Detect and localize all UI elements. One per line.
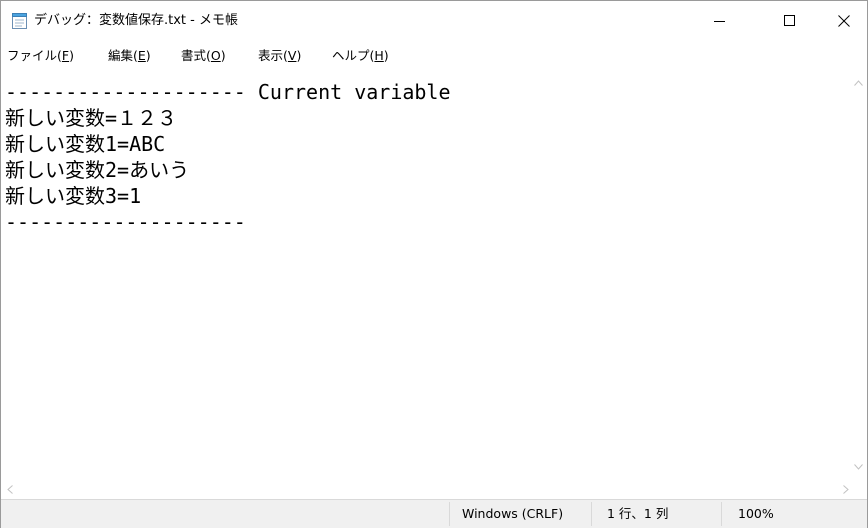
scroll-left-icon[interactable] bbox=[7, 485, 13, 497]
menu-help[interactable]: ヘルプ(H) bbox=[332, 48, 389, 64]
close-icon bbox=[838, 12, 850, 31]
maximize-button[interactable] bbox=[767, 1, 813, 41]
text-line: 新しい変数3=1 bbox=[5, 184, 142, 208]
notepad-icon bbox=[12, 13, 27, 29]
scroll-up-icon[interactable] bbox=[854, 79, 863, 89]
text-line: -------------------- bbox=[5, 210, 246, 234]
minimize-icon bbox=[714, 12, 726, 31]
title-bar[interactable]: デバッグ：変数値保存.txt - メモ帳 bbox=[1, 1, 867, 41]
status-divider bbox=[449, 502, 450, 526]
horizontal-scrollbar[interactable] bbox=[1, 481, 867, 499]
status-divider bbox=[591, 502, 592, 526]
close-button[interactable] bbox=[821, 1, 867, 41]
status-bar: Windows (CRLF) 1 行、1 列 100% bbox=[1, 499, 867, 528]
menu-view[interactable]: 表示(V) bbox=[258, 48, 301, 64]
status-divider bbox=[721, 502, 722, 526]
menu-file[interactable]: ファイル(F) bbox=[7, 48, 74, 64]
status-line-ending: Windows (CRLF) bbox=[462, 506, 564, 521]
maximize-icon bbox=[784, 12, 796, 31]
menu-format[interactable]: 書式(O) bbox=[181, 48, 226, 64]
vertical-scrollbar[interactable] bbox=[850, 71, 867, 481]
menu-bar: ファイル(F) 編集(E) 書式(O) 表示(V) ヘルプ(H) bbox=[1, 41, 867, 71]
scroll-down-icon[interactable] bbox=[854, 463, 863, 473]
minimize-button[interactable] bbox=[697, 1, 743, 41]
text-line: 新しい変数1=ABC bbox=[5, 132, 166, 156]
text-line: -------------------- Current variable bbox=[5, 80, 451, 104]
status-cursor-position: 1 行、1 列 bbox=[607, 506, 669, 521]
notepad-window: デバッグ：変数値保存.txt - メモ帳 ファイル(F) 編集(E) 書式(O)… bbox=[0, 0, 868, 528]
menu-edit[interactable]: 編集(E) bbox=[108, 48, 151, 64]
status-zoom: 100% bbox=[738, 506, 774, 521]
text-line: 新しい変数=１２３ bbox=[5, 106, 178, 130]
scroll-right-icon[interactable] bbox=[843, 485, 849, 497]
text-line: 新しい変数2=あいう bbox=[5, 158, 190, 182]
text-editor[interactable]: -------------------- Current variable 新し… bbox=[1, 71, 850, 481]
window-title: デバッグ：変数値保存.txt - メモ帳 bbox=[34, 13, 238, 28]
